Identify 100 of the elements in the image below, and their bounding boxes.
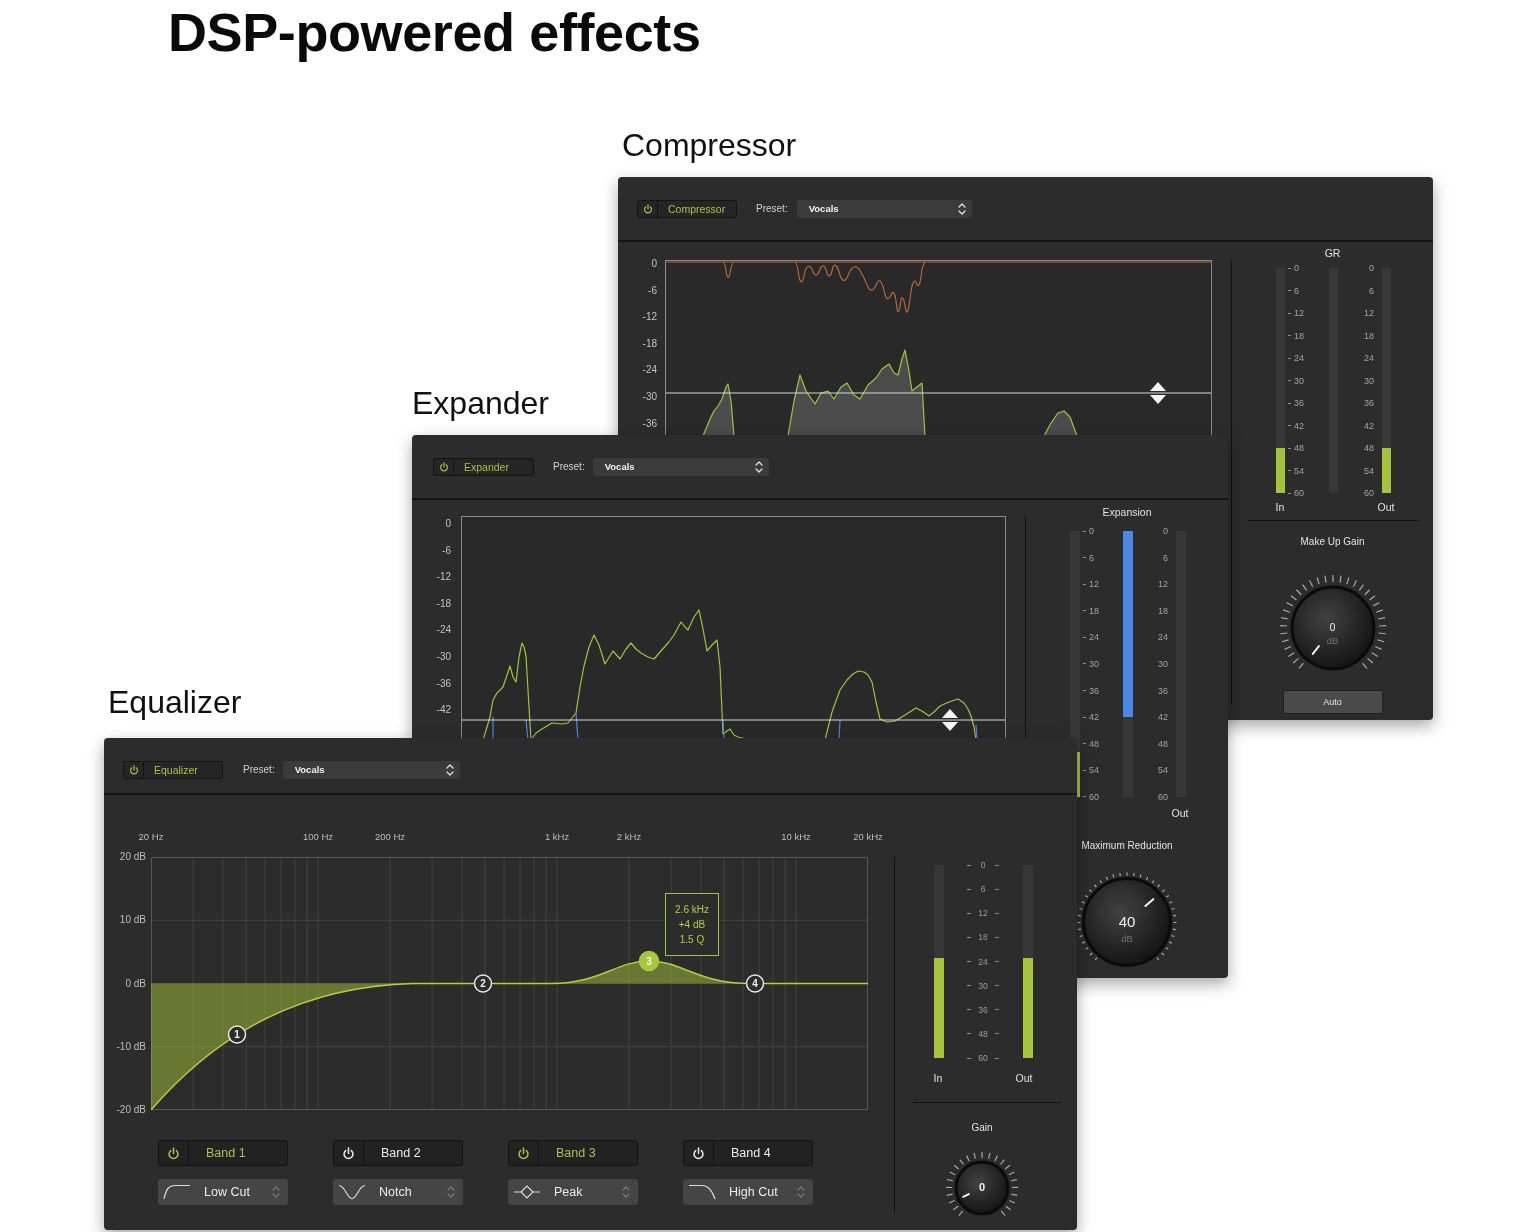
power-icon	[167, 1146, 180, 1160]
auto-button[interactable]: Auto	[1282, 690, 1383, 714]
knob-label: Make Up Gain	[1300, 536, 1365, 548]
meter-scale-label: 6	[1083, 551, 1094, 564]
band-toggle-button[interactable]: Band 1	[158, 1140, 288, 1166]
power-toggle-button[interactable]: Compressor	[637, 199, 737, 218]
meter-scale-label: 0	[1369, 262, 1374, 274]
gain-axis-label: -10 dB	[116, 1040, 146, 1053]
meter-scale-label: 0	[1083, 525, 1094, 537]
updown-chevron-icon	[797, 1185, 805, 1199]
threshold-handle[interactable]	[1150, 382, 1166, 404]
meter-scale-label: 42	[1083, 711, 1099, 724]
meter-scale-label: 6	[1163, 551, 1168, 564]
y-axis-label: -24	[642, 364, 657, 377]
frequency-label: 10 kHz	[781, 831, 811, 843]
frequency-label: 2 kHz	[616, 831, 642, 843]
filter-type-dropdown[interactable]: Notch	[333, 1179, 463, 1205]
frequency-label: 200 Hz	[374, 831, 406, 843]
frequency-label: 20 Hz	[138, 831, 164, 843]
meter-scale-label: 30	[1158, 657, 1168, 670]
window-caption: Compressor	[622, 129, 797, 161]
meter-scale-label: 24	[1364, 352, 1374, 364]
meter-scale-label: 54	[1083, 764, 1099, 777]
tooltip-frequency: 2.6 kHz	[675, 903, 709, 917]
meter-scale-label: 12	[1083, 578, 1099, 591]
y-axis-label: -30	[642, 390, 657, 403]
filter-type-dropdown[interactable]: High Cut	[683, 1179, 813, 1205]
meter-scale-label: 60	[967, 1052, 999, 1064]
preset-dropdown[interactable]: Vocals	[282, 760, 460, 779]
notch-curve-icon	[338, 1184, 366, 1200]
meter-scale-label: 54	[1288, 464, 1304, 477]
eq-band-node[interactable]: 1	[227, 1025, 247, 1044]
y-axis-label: 0	[651, 258, 657, 270]
meter-scale-label: 12	[1364, 307, 1374, 319]
meter-scale-label: 36	[1083, 684, 1099, 697]
knob-value: 0	[978, 1181, 986, 1195]
meter-title: Expansion	[1102, 505, 1152, 519]
filter-type-dropdown[interactable]: Peak	[508, 1179, 638, 1205]
meter-scale-label: 18	[1158, 604, 1168, 617]
band-toggle-button[interactable]: Band 3	[508, 1140, 638, 1166]
meter-scale-label: 30	[1364, 374, 1374, 387]
y-axis-label: -6	[648, 284, 657, 297]
meter-scale-label: 0	[1288, 262, 1299, 274]
power-icon	[642, 203, 653, 214]
y-axis-label: -24	[436, 624, 451, 637]
updown-chevron-icon	[447, 1185, 455, 1199]
meter-scale-label: 54	[1158, 764, 1168, 777]
y-axis-label: -42	[436, 704, 451, 717]
filter-type-dropdown[interactable]: Low Cut	[158, 1179, 288, 1205]
y-axis-label: -12	[436, 571, 451, 584]
preset-label: Preset:	[553, 460, 585, 473]
meter-scale-label: 18	[1288, 329, 1304, 342]
preset-dropdown[interactable]: Vocals	[592, 457, 769, 476]
meter-label: Out	[1015, 1072, 1033, 1084]
knob-label: Gain	[971, 1122, 993, 1134]
frequency-label: 100 Hz	[303, 831, 334, 843]
threshold-handle[interactable]	[942, 709, 958, 731]
low-cut-curve-icon	[163, 1184, 191, 1200]
meter-scale-label: 6	[1369, 284, 1374, 297]
knob-value: 40	[1118, 913, 1136, 931]
meter-scale-label: 42	[1364, 419, 1374, 432]
eq-band-node[interactable]: 2	[473, 974, 493, 993]
eq-band-node[interactable]: 4	[745, 974, 765, 993]
meter-scale-label: 42	[1158, 711, 1168, 724]
meter-scale-label: 36	[1288, 397, 1304, 409]
meter-scale-label: 60	[1288, 487, 1304, 499]
meter-label: In	[1275, 501, 1285, 513]
meter-scale-label: 48	[967, 1027, 999, 1040]
meter-scale-label: 30	[967, 979, 999, 992]
gain-axis-label: 10 dB	[119, 914, 146, 927]
gain-axis-label: 0 dB	[125, 977, 146, 990]
power-toggle-button[interactable]: Equalizer	[123, 760, 223, 779]
power-icon	[517, 1146, 530, 1160]
meter-scale-label: 60	[1158, 790, 1168, 803]
meter-scale-label: 18	[1364, 329, 1374, 342]
power-icon	[342, 1146, 355, 1160]
frequency-label: 1 kHz	[544, 831, 570, 843]
gain-axis-label: 20 dB	[119, 851, 146, 863]
high-cut-curve-icon	[688, 1184, 716, 1200]
window-caption: Equalizer	[108, 686, 242, 718]
band-toggle-button[interactable]: Band 2	[333, 1140, 463, 1166]
preset-dropdown[interactable]: Vocals	[796, 199, 972, 218]
y-axis-label: -6	[442, 544, 451, 557]
meter-scale-label: 24	[1158, 631, 1168, 644]
knob-label: Maximum Reduction	[1081, 840, 1173, 852]
y-axis-label: -36	[436, 677, 451, 690]
y-axis-label: -36	[642, 417, 657, 430]
updown-chevron-icon	[754, 459, 763, 474]
preset-label: Preset:	[243, 763, 275, 776]
meter-scale-label: 24	[967, 955, 999, 968]
meter-scale-label: 24	[1083, 631, 1099, 644]
meter-scale-label: 18	[1083, 604, 1099, 617]
meter-scale-label: 12	[967, 907, 999, 920]
window-caption: Expander	[412, 387, 549, 419]
meter-scale-label: 12	[1288, 307, 1304, 319]
knob-unit: dB	[1326, 635, 1339, 647]
band-toggle-button[interactable]: Band 4	[683, 1140, 813, 1166]
power-toggle-button[interactable]: Expander	[433, 457, 534, 476]
updown-chevron-icon	[445, 762, 454, 777]
meter-scale-label: 30	[1288, 374, 1304, 387]
